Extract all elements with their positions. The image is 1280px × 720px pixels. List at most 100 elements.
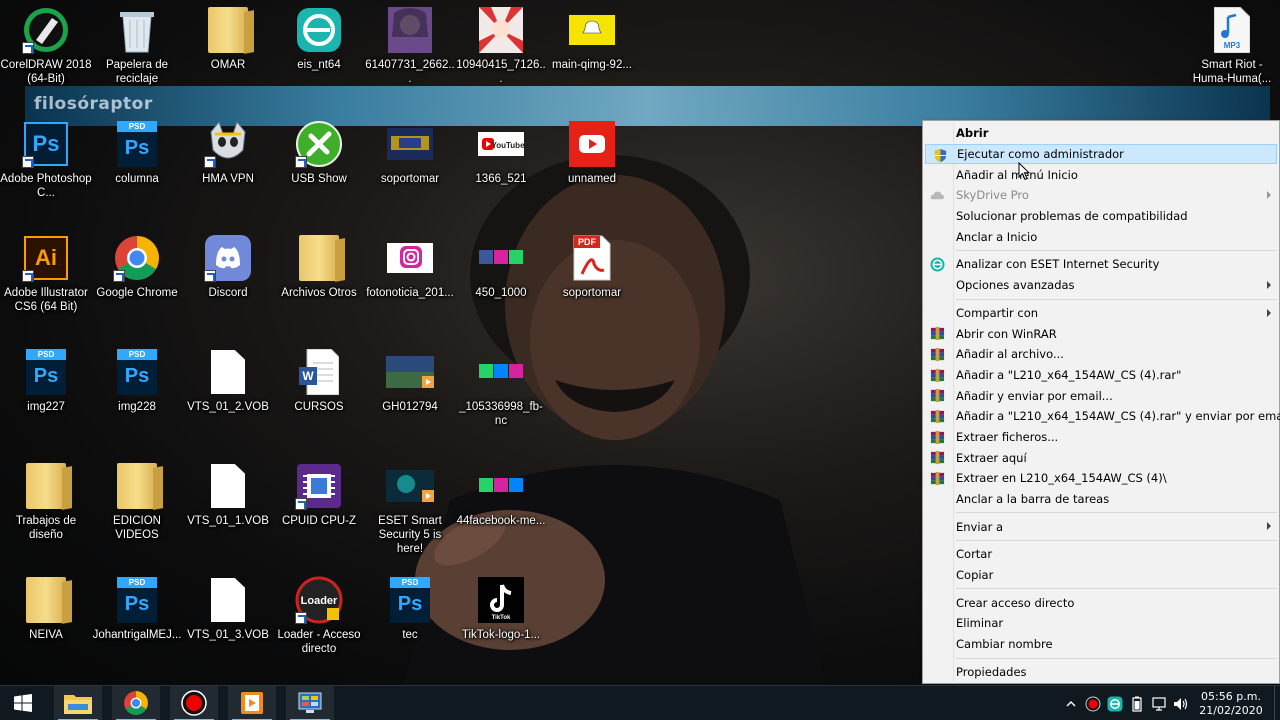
desktop-icon-columna[interactable]: PSD Ps columna (91, 120, 183, 186)
svg-text:PDF: PDF (578, 237, 597, 247)
desktop-icon-label: _105336998_fb-nc (459, 401, 543, 427)
desktop-icon-cpuz[interactable]: CPUID CPU-Z (273, 462, 365, 528)
svg-text:MP3: MP3 (1224, 41, 1241, 50)
desktop-icon-tec[interactable]: PSD Ps tec (364, 576, 456, 642)
menu-item-analizar-eset[interactable]: Analizar con ESET Internet Security (923, 254, 1279, 275)
tray-recorder[interactable] (1082, 686, 1104, 720)
menu-item-propiedades[interactable]: Propiedades (923, 662, 1279, 683)
desktop-icon-trabajos-diseno[interactable]: Trabajos de diseño (0, 462, 92, 542)
menu-item-anadir-enviar-email[interactable]: Añadir y enviar por email... (923, 385, 1279, 406)
desktop-icon-main-qimg[interactable]: main-qimg-92... (546, 6, 638, 72)
menu-item-extraer-aqui[interactable]: Extraer aquí (923, 447, 1279, 468)
menu-item-crear-acceso-directo[interactable]: Crear acceso directo (923, 592, 1279, 613)
desktop-icon-discord[interactable]: Discord (182, 234, 274, 300)
mouse-cursor-icon (1018, 162, 1030, 181)
desktop-icon-loader[interactable]: Loader Loader - Acceso directo (273, 576, 365, 656)
menu-item-skydrive-pro[interactable]: SkyDrive Pro (923, 185, 1279, 206)
desktop-icon-coreldraw[interactable]: CorelDRAW 2018 (64-Bit) (0, 6, 92, 86)
desktop-icon-neiva[interactable]: NEIVA (0, 576, 92, 642)
winrar-icon (930, 471, 945, 486)
desktop-icon-vts-01-2[interactable]: VTS_01_2.VOB (182, 348, 274, 414)
winrar-icon (930, 347, 945, 361)
shortcut-arrow-icon (204, 270, 216, 282)
menu-item-extraer-ficheros[interactable]: Extraer ficheros... (923, 427, 1279, 448)
desktop-icon-label: NEIVA (29, 629, 63, 641)
menu-item-label: Extraer aquí (956, 450, 1027, 465)
desktop-icon-tiktok[interactable]: TikTok TikTok-logo-1... (455, 576, 547, 642)
tray-network[interactable] (1148, 686, 1170, 720)
desktop-icon-10940415[interactable]: 10940415_7126... (455, 6, 547, 86)
tray-volume[interactable] (1170, 686, 1192, 720)
menu-item-extraer-en[interactable]: Extraer en L210_x64_154AW_CS (4)\ (923, 468, 1279, 489)
menu-item-copiar[interactable]: Copiar (923, 565, 1279, 586)
desktop-icon-450-1000[interactable]: 450_1000 (455, 234, 547, 300)
menu-item-eliminar[interactable]: Eliminar (923, 613, 1279, 634)
taskbar-media-player[interactable] (228, 685, 276, 720)
desktop-icon-1366-521[interactable]: YouTube 1366_521 (455, 120, 547, 186)
desktop-icon-illustrator[interactable]: Ai Adobe Illustrator CS6 (64 Bit) (0, 234, 92, 314)
desktop-icon-vts-01-3[interactable]: VTS_01_3.VOB (182, 576, 274, 642)
desktop-icon-johantrigal[interactable]: PSD Ps JohantrigalMEJ... (91, 576, 183, 642)
shortcut-arrow-icon (22, 156, 34, 168)
menu-item-label: Anclar a la barra de tareas (956, 492, 1110, 507)
menu-item-enviar-a[interactable]: Enviar a (923, 516, 1279, 537)
desktop-icon-omar[interactable]: OMAR (182, 6, 274, 72)
menu-item-anadir-rar-enviar-email[interactable]: Añadir a "L210_x64_154AW_CS (4).rar" y e… (923, 406, 1280, 427)
menu-item-cambiar-nombre[interactable]: Cambiar nombre (923, 634, 1279, 655)
taskbar-screen-recorder[interactable] (170, 685, 218, 720)
tray-eset[interactable] (1104, 686, 1126, 720)
desktop-icon-img227[interactable]: PSD Ps img227 (0, 348, 92, 414)
taskbar-file-explorer[interactable] (54, 685, 102, 720)
menu-item-solucionar-problemas[interactable]: Solucionar problemas de compatibilidad (923, 206, 1279, 227)
show-desktop-button[interactable] (1274, 686, 1280, 720)
desktop-icon-hma-vpn[interactable]: HMA VPN (182, 120, 274, 186)
start-button[interactable] (0, 686, 46, 720)
desktop-icon-44facebook[interactable]: 44facebook-me... (455, 462, 547, 528)
blank-file-icon (211, 350, 245, 394)
menu-item-ejecutar-como-administrador[interactable]: Ejecutar como administrador (925, 143, 1277, 165)
desktop-icon-vts-01-1[interactable]: VTS_01_1.VOB (182, 462, 274, 528)
desktop-icon-usb-show[interactable]: USB Show (273, 120, 365, 186)
menu-item-label: Cambiar nombre (956, 637, 1053, 652)
winrar-icon (930, 389, 945, 403)
menu-item-anadir-menu-inicio[interactable]: Añadir al menú Inicio (923, 164, 1279, 185)
desktop-icon-edicion-videos[interactable]: EDICION VIDEOS (91, 462, 183, 542)
taskbar-control-panel[interactable] (286, 685, 334, 720)
shortcut-arrow-icon (113, 270, 125, 282)
desktop-icon-smart-riot[interactable]: MP3 Smart Riot - Huma-Huma(... (1186, 6, 1278, 86)
desktop-icon-chrome[interactable]: Google Chrome (91, 234, 183, 300)
menu-item-anclar-inicio[interactable]: Anclar a Inicio (923, 226, 1279, 247)
menu-item-label: Añadir al menú Inicio (956, 167, 1078, 182)
desktop-icon-soportomar-img[interactable]: soportomar (364, 120, 456, 186)
taskbar-clock[interactable]: 05:56 p.m. 21/02/2020 (1192, 690, 1270, 718)
record-icon (1085, 696, 1101, 711)
desktop-icon-recycle-bin[interactable]: Papelera de reciclaje (91, 6, 183, 86)
desktop-icon-eis-nt64[interactable]: eis_nt64 (273, 6, 365, 72)
menu-item-abrir[interactable]: Abrir (923, 123, 1279, 144)
desktop-icon-soportomar-pdf[interactable]: PDF soportomar (546, 234, 638, 300)
tray-battery[interactable] (1126, 686, 1148, 720)
folder-icon (299, 235, 339, 281)
menu-separator (923, 247, 1279, 254)
desktop-icon-img228[interactable]: PSD Ps img228 (91, 348, 183, 414)
menu-item-anadir-archivo[interactable]: Añadir al archivo... (923, 344, 1279, 365)
desktop-icon-fotonoticia[interactable]: fotonoticia_201... (364, 234, 456, 300)
menu-item-label: Compartir con (956, 305, 1039, 320)
desktop-icon-photoshop[interactable]: Ps Adobe Photoshop C... (0, 120, 92, 200)
menu-item-compartir-con[interactable]: Compartir con (923, 303, 1279, 324)
menu-item-cortar[interactable]: Cortar (923, 544, 1279, 565)
desktop-icon-105336998[interactable]: _105336998_fb-nc (455, 348, 547, 428)
desktop-icon-unnamed[interactable]: unnamed (546, 120, 638, 186)
menu-item-anadir-a-rar[interactable]: Añadir a "L210_x64_154AW_CS (4).rar" (923, 365, 1279, 386)
eset-icon (1107, 696, 1123, 711)
desktop-icon-cursos[interactable]: W CURSOS (273, 348, 365, 414)
desktop-icon-archivos-otros[interactable]: Archivos Otros (273, 234, 365, 300)
show-hidden-icons-button[interactable] (1060, 686, 1082, 720)
desktop-icon-eset-smart-security[interactable]: ESET Smart Security 5 is here! (364, 462, 456, 556)
menu-item-opciones-avanzadas[interactable]: Opciones avanzadas (923, 275, 1279, 296)
desktop-icon-61407731[interactable]: 61407731_2662... (364, 6, 456, 86)
taskbar-chrome[interactable] (112, 685, 160, 720)
desktop-icon-gh012794[interactable]: GH012794 (364, 348, 456, 414)
menu-item-abrir-winrar[interactable]: Abrir con WinRAR (923, 323, 1279, 344)
menu-item-anclar-barra-tareas[interactable]: Anclar a la barra de tareas (923, 489, 1279, 510)
